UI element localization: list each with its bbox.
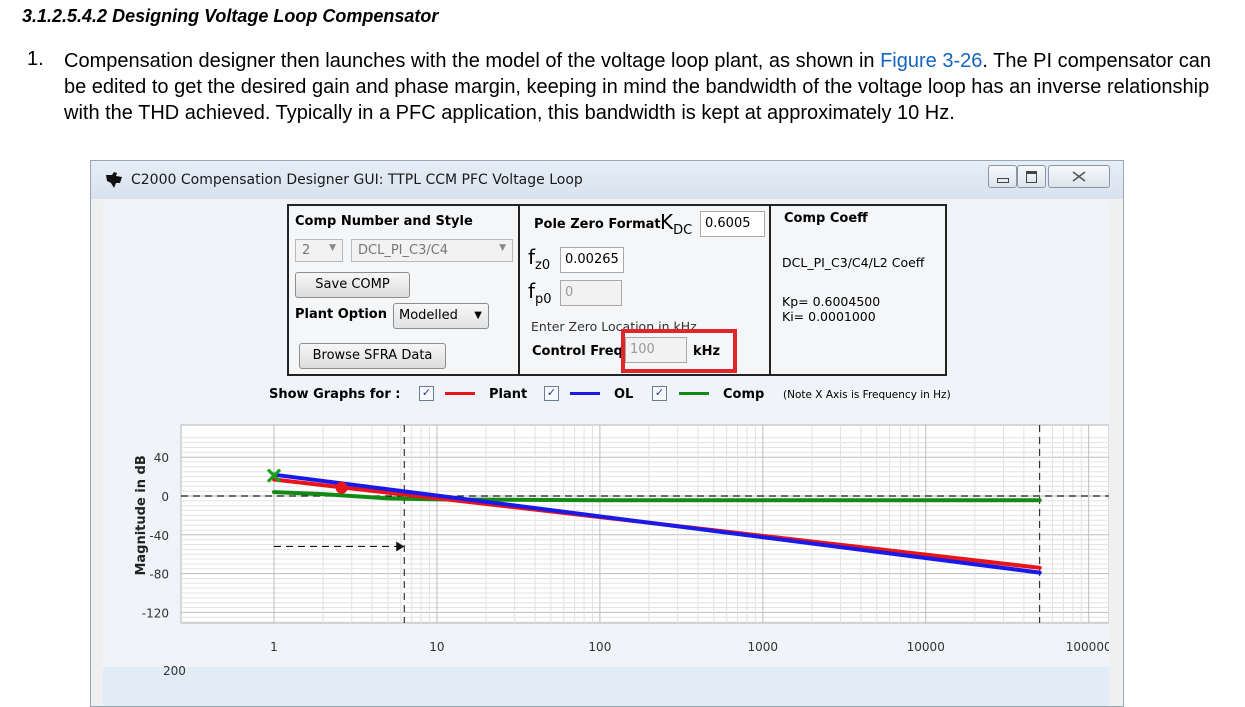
ol-legend-line — [570, 392, 600, 395]
compensation-designer-window: C2000 Compensation Designer GUI: TTPL CC… — [90, 160, 1124, 707]
show-graphs-label: Show Graphs for : — [269, 387, 401, 402]
comp-legend-line — [679, 392, 709, 395]
step-number: 1. — [27, 48, 44, 70]
x-tick-label: 100000 — [1066, 640, 1109, 654]
fp0-input[interactable]: 0 — [560, 280, 622, 306]
kdc-input[interactable]: 0.6005 — [700, 211, 765, 237]
x-tick-label: 1000 — [748, 640, 779, 654]
window-title: C2000 Compensation Designer GUI: TTPL CC… — [131, 172, 583, 188]
comp-coeff-panel: Comp Coeff DCL_PI_C3/C4/L2 Coeff Kp= 0.6… — [769, 204, 947, 376]
plant-legend-label: Plant — [489, 387, 528, 402]
browse-sfra-button[interactable]: Browse SFRA Data — [299, 343, 446, 369]
comp-legend-label: Comp — [723, 387, 765, 402]
chevron-down-icon: ▼ — [499, 243, 506, 253]
figure-link[interactable]: Figure 3-26 — [880, 50, 982, 72]
y-tick-label: -80 — [149, 568, 169, 582]
comp-style-select[interactable]: DCL_PI_C3/C4 ▼ — [351, 239, 513, 262]
step-paragraph: Compensation designer then launches with… — [64, 48, 1224, 126]
step-text-1: Compensation designer then launches with… — [64, 50, 881, 72]
comp-style-value: DCL_PI_C3/C4 — [358, 243, 449, 258]
plant-legend-line — [445, 392, 475, 395]
y-tick-label: -40 — [149, 529, 169, 543]
save-comp-button[interactable]: Save COMP — [295, 272, 410, 298]
minimize-button[interactable] — [988, 165, 1017, 188]
fp0-label: fp0 — [528, 279, 552, 307]
kdc-label: KDC — [660, 210, 693, 238]
plant-option-value: Modelled — [399, 308, 458, 323]
comp-number-panel: Comp Number and Style 2 ▼ DCL_PI_C3/C4 ▼… — [287, 204, 520, 376]
x-tick-label: 1 — [270, 640, 278, 654]
chevron-down-icon: ▼ — [474, 310, 482, 321]
chevron-down-icon: ▼ — [329, 243, 336, 253]
ti-logo-icon — [106, 172, 122, 188]
ol-legend-label: OL — [614, 387, 634, 402]
x-tick-label: 10000 — [907, 640, 945, 654]
ol-checkbox[interactable]: ✓ — [544, 386, 559, 401]
fz0-label: fz0 — [528, 245, 551, 273]
plant-pole-marker — [335, 481, 348, 494]
coeff-panel-title: Comp Coeff — [784, 211, 868, 226]
comp-number-value: 2 — [302, 243, 311, 258]
title-bar: C2000 Compensation Designer GUI: TTPL CC… — [91, 161, 1123, 199]
section-heading: 3.1.2.5.4.2 Designing Voltage Loop Compe… — [22, 6, 439, 26]
plant-option-label: Plant Option — [295, 307, 387, 322]
control-freq-label: Control Freq — [532, 344, 623, 359]
pz-panel-title: Pole Zero Format — [534, 217, 661, 232]
y-tick-label: -120 — [142, 606, 169, 620]
y-axis-label: Magnitude in dB — [134, 455, 149, 575]
axis-note: (Note X Axis is Frequency in Hz) — [783, 389, 951, 401]
highlight-box — [621, 329, 737, 373]
x-tick-label: 10 — [429, 640, 444, 654]
x-tick-label: 100 — [588, 640, 611, 654]
client-area: Comp Number and Style 2 ▼ DCL_PI_C3/C4 ▼… — [103, 201, 1109, 706]
comp-checkbox[interactable]: ✓ — [652, 386, 667, 401]
plant-option-dropdown[interactable]: Modelled ▼ — [393, 303, 489, 329]
show-graphs-row: Show Graphs for : ✓ Plant ✓ OL ✓ Comp (N… — [103, 383, 1109, 411]
fz0-input[interactable]: 0.00265 — [560, 247, 624, 273]
coeff-name: DCL_PI_C3/C4/L2 Coeff — [782, 255, 925, 270]
ki-value: Ki= 0.0001000 — [782, 309, 876, 324]
kp-value: Kp= 0.6004500 — [782, 294, 881, 309]
comp-number-select[interactable]: 2 ▼ — [295, 239, 343, 262]
close-button[interactable] — [1048, 165, 1110, 188]
next-axis-tick: 200 — [163, 664, 186, 678]
plant-checkbox[interactable]: ✓ — [419, 386, 434, 401]
maximize-button[interactable] — [1017, 165, 1046, 188]
comp-panel-title: Comp Number and Style — [295, 214, 473, 229]
close-icon — [1072, 171, 1086, 182]
y-tick-label: 40 — [154, 451, 169, 465]
y-tick-label: 0 — [161, 490, 169, 504]
magnitude-plot: 40 0 -40 -80 -120 1 10 100 1000 10000 100000 Magnit… — [103, 424, 1109, 706]
next-plot-area — [103, 667, 1109, 706]
